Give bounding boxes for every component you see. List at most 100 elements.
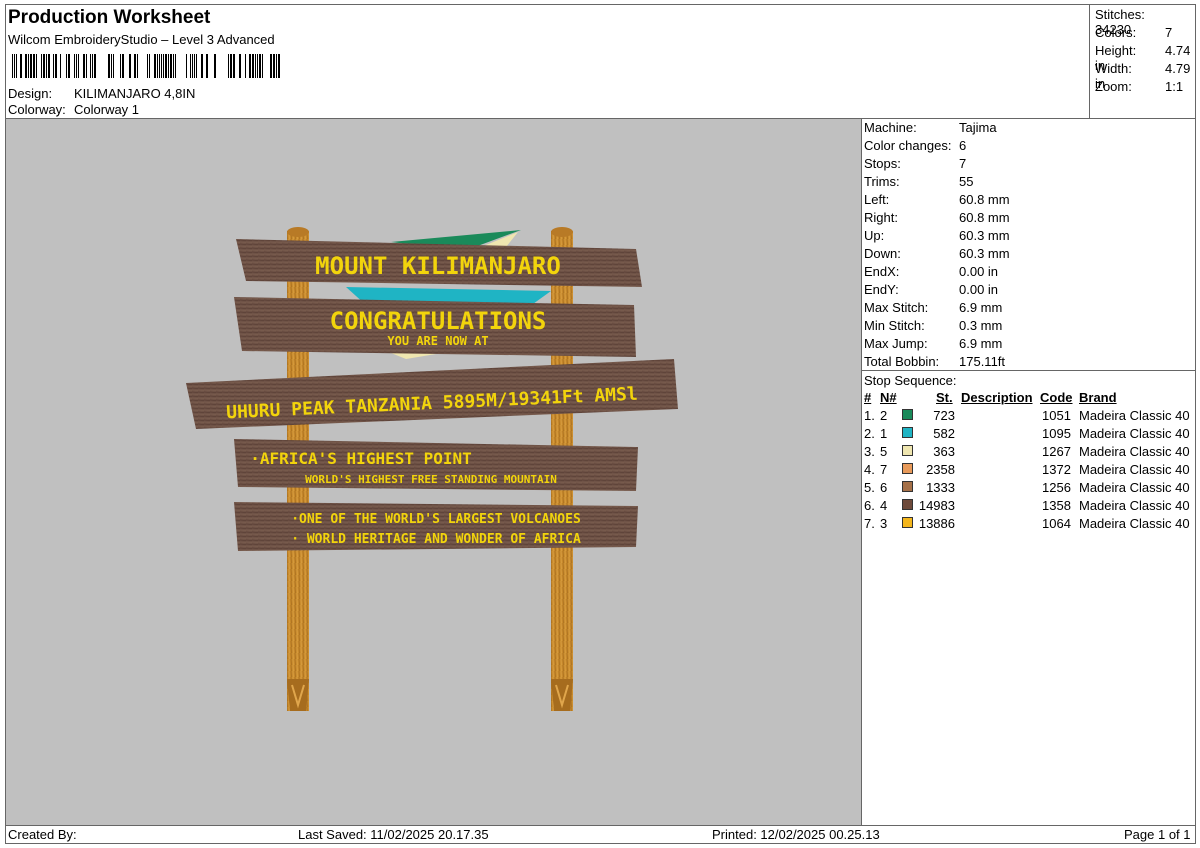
stop-seq: 3. (864, 444, 875, 459)
stop-needle: 5 (880, 444, 888, 459)
machine-info-label: Down: (864, 246, 901, 261)
stop-stitches: 13886 (918, 516, 955, 531)
machine-info-label: Left: (864, 192, 890, 207)
stop-stitches: 2358 (926, 462, 955, 477)
stop-needle: 7 (880, 462, 888, 477)
stop-code: 1358 (1042, 498, 1071, 513)
stop-seq: 1. (864, 408, 875, 423)
machine-info-value: 6 (959, 138, 967, 153)
stop-needle: 3 (880, 516, 888, 531)
stop-seq: 6. (864, 498, 875, 513)
machine-info-row: EndY: 0.00 in (864, 282, 998, 297)
stop-brand: Madeira Classic 40 (1079, 408, 1190, 423)
summary-box: Stitches:34230 Colors: 7 Height: 4.74 in W… (1089, 4, 1196, 118)
stop-code: 1051 (1042, 408, 1071, 423)
stop-needle: 6 (880, 480, 888, 495)
machine-info-label: Up: (864, 228, 885, 243)
sign-board-4: ·AFRICA'S HIGHEST POINT WORLD'S HIGHEST … (234, 439, 638, 491)
stop-stitches: 1333 (926, 480, 955, 495)
col-header-needle: N# (880, 390, 897, 405)
stop-stitches: 14983 (918, 498, 955, 513)
machine-info-label: Trims: (864, 174, 900, 189)
stop-needle: 4 (880, 498, 888, 513)
footer-divider (5, 825, 1196, 826)
machine-info-label: EndX: (864, 264, 900, 279)
stop-brand: Madeira Classic 40 (1079, 462, 1190, 477)
machine-info-value: 60.8 mm (959, 210, 1010, 225)
sign-text-free-standing: WORLD'S HIGHEST FREE STANDING MOUNTAIN (305, 473, 557, 486)
printed-date: Printed: 12/02/2025 00.25.13 (712, 827, 880, 842)
colorway-value: Colorway 1 (74, 102, 140, 117)
machine-info-row: Machine: Tajima (864, 120, 997, 135)
col-header-seq: # (864, 390, 872, 405)
machine-info-value: 60.3 mm (959, 246, 1010, 261)
summary-label: Height: (1095, 43, 1137, 58)
barcode (12, 54, 280, 78)
stop-stitches: 582 (933, 426, 955, 441)
created-by: Created By: (8, 827, 77, 842)
machine-info-label: Total Bobbin: (864, 354, 940, 369)
software-name: Wilcom EmbroideryStudio – Level 3 Advanc… (8, 32, 275, 47)
machine-info-row: Right: 60.8 mm (864, 210, 1010, 225)
machine-info-label: Right: (864, 210, 898, 225)
machine-info-row: Down: 60.3 mm (864, 246, 1010, 261)
stop-code: 1267 (1042, 444, 1071, 459)
machine-info-value: 55 (959, 174, 974, 189)
sign-text-you-are-now: YOU ARE NOW AT (387, 334, 488, 348)
stop-seq: 2. (864, 426, 875, 441)
stop-seq: 5. (864, 480, 875, 495)
stop-code: 1064 (1042, 516, 1071, 531)
col-header-brand: Brand (1079, 390, 1117, 405)
col-header-description: Description (961, 390, 1033, 405)
col-header-code: Code (1040, 390, 1073, 405)
machine-info-value: 7 (959, 156, 967, 171)
sign-board-1: MOUNT KILIMANJARO (236, 239, 642, 287)
col-header-stitches: St. (936, 390, 953, 405)
stop-code: 1256 (1042, 480, 1071, 495)
machine-info-row: Up: 60.3 mm (864, 228, 1010, 243)
summary-label: Stitches: (1095, 7, 1145, 22)
machine-info-row: Total Bobbin: 175.11ft (864, 354, 1005, 369)
machine-info-label: Max Jump: (864, 336, 928, 351)
machine-info-value: 175.11ft (959, 354, 1006, 369)
machine-info-label: Machine: (864, 120, 917, 135)
design-label: Design: (8, 86, 53, 101)
machine-info-value: Tajima (959, 120, 997, 135)
colorway-label: Colorway: (8, 102, 66, 117)
machine-info-label: Stops: (864, 156, 901, 171)
sign-board-3: UHURU PEAK TANZANIA 5895M/19341Ft AMSl (186, 359, 678, 429)
embroidery-design: MOUNT KILIMANJARO CONGRATULATIONS YOU AR… (186, 227, 678, 711)
machine-info-value: 60.8 mm (959, 192, 1010, 207)
stop-brand: Madeira Classic 40 (1079, 426, 1190, 441)
summary-label: Width: (1095, 61, 1132, 76)
sign-text-mount: MOUNT KILIMANJARO (315, 252, 561, 280)
machine-info-row: EndX: 0.00 in (864, 264, 998, 279)
machine-info-label: Max Stitch: (864, 300, 929, 315)
colorway-row: Colorway: Colorway 1 (8, 102, 139, 117)
design-value: KILIMANJARO 4,8IN (74, 86, 196, 101)
sign-text-africa-highest: ·AFRICA'S HIGHEST POINT (250, 449, 472, 468)
machine-info-divider (861, 370, 1196, 371)
stop-brand: Madeira Classic 40 (1079, 480, 1190, 495)
summary-value: 1:1 (1165, 79, 1184, 94)
machine-info-row: Trims: 55 (864, 174, 973, 189)
machine-info-row: Max Jump: 6.9 mm (864, 336, 1002, 351)
stop-needle: 2 (880, 408, 888, 423)
stop-sequence-title: Stop Sequence: (864, 373, 957, 388)
machine-info-value: 60.3 mm (959, 228, 1010, 243)
summary-colors: Colors: 7 (1095, 25, 1172, 40)
page-title: Production Worksheet (8, 7, 211, 28)
machine-info-row: Left: 60.8 mm (864, 192, 1010, 207)
machine-info-row: Color changes: 6 (864, 138, 966, 153)
sign-text-congratulations: CONGRATULATIONS (330, 307, 547, 335)
panel-divider (861, 118, 862, 826)
stop-needle: 1 (880, 426, 888, 441)
machine-info-label: Color changes: (864, 138, 952, 153)
summary-label: Colors: (1095, 25, 1137, 40)
sign-board-5: ·ONE OF THE WORLD'S LARGEST VOLCANOES · … (234, 502, 638, 551)
machine-info-row: Min Stitch: 0.3 mm (864, 318, 1002, 333)
stop-brand: Madeira Classic 40 (1079, 498, 1190, 513)
stop-code: 1095 (1042, 426, 1071, 441)
machine-info-value: 6.9 mm (959, 300, 1003, 315)
machine-info-value: 0.00 in (959, 264, 999, 279)
